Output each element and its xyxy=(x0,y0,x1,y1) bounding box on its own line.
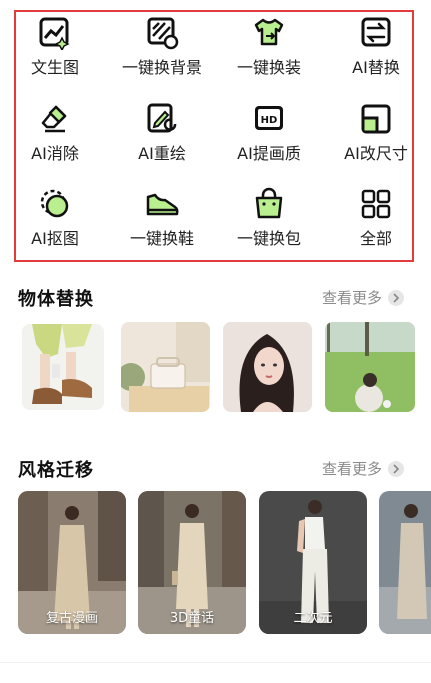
object-thumbnail-portrait[interactable] xyxy=(223,322,312,412)
resize-icon xyxy=(361,104,391,134)
redraw-icon xyxy=(147,103,177,133)
tool-grid: 文生图 一键换背景 一键换装 AI替换 AI消除 AI重绘 HD AI提画质 A… xyxy=(14,10,414,262)
tool-ai-enhance[interactable]: HD AI提画质 xyxy=(214,98,324,168)
tool-text-to-image[interactable]: 文生图 xyxy=(0,12,110,82)
bag-icon xyxy=(255,187,283,219)
divider xyxy=(0,662,431,663)
tool-label: 一键换包 xyxy=(236,229,301,248)
tool-ai-erase[interactable]: AI消除 xyxy=(0,98,110,168)
style-card-anime[interactable]: 二次元 xyxy=(259,491,367,634)
street-fashion-image xyxy=(379,491,431,634)
tool-ai-cutout[interactable]: AI抠图 xyxy=(0,183,110,253)
tool-label: AI改尺寸 xyxy=(344,144,408,163)
tool-swap-outfit[interactable]: 一键换装 xyxy=(214,12,324,82)
tool-swap-bag[interactable]: 一键换包 xyxy=(214,183,324,253)
tool-swap-shoes[interactable]: 一键换鞋 xyxy=(107,183,217,253)
section-title-style-transfer: 风格迁移 xyxy=(18,460,94,481)
tool-label: AI消除 xyxy=(31,144,79,163)
tool-label: AI替换 xyxy=(352,58,400,77)
style-card-3d-fairytale[interactable]: 3D童话 xyxy=(138,491,246,634)
tool-label: AI抠图 xyxy=(31,229,79,248)
tool-label: 一键换装 xyxy=(236,58,301,77)
chevron-right-icon xyxy=(388,460,405,477)
object-thumbnail-shoes[interactable] xyxy=(22,324,104,410)
see-more-object-replace[interactable]: 查看更多 xyxy=(322,287,405,308)
tool-ai-redraw[interactable]: AI重绘 xyxy=(107,98,217,168)
section-title-object-replace: 物体替换 xyxy=(18,289,94,310)
chevron-right-icon xyxy=(388,289,405,306)
style-caption: 3D童话 xyxy=(169,611,215,626)
style-caption: 二次元 xyxy=(293,611,333,626)
meadow-image xyxy=(325,322,415,412)
see-more-style-transfer[interactable]: 查看更多 xyxy=(322,458,405,479)
see-more-label: 查看更多 xyxy=(322,289,383,307)
tool-swap-background[interactable]: 一键换背景 xyxy=(107,12,217,82)
shoes-image xyxy=(22,324,104,410)
tool-label: 文生图 xyxy=(30,58,79,77)
cutout-icon xyxy=(40,189,69,218)
hd-icon: HD xyxy=(255,106,283,130)
tool-label: 全部 xyxy=(359,229,392,248)
swap-outfit-icon xyxy=(254,18,284,46)
tool-all[interactable]: 全部 xyxy=(321,183,431,253)
tool-label: AI重绘 xyxy=(138,144,186,163)
shoe-icon xyxy=(146,193,179,216)
ai-replace-icon xyxy=(361,17,391,47)
style-card-retro-comic[interactable]: 复古漫画 xyxy=(18,491,126,634)
see-more-label: 查看更多 xyxy=(322,460,383,478)
tool-label: 一键换鞋 xyxy=(129,229,194,248)
bag-image xyxy=(121,322,210,412)
portrait-image xyxy=(223,322,312,412)
swap-background-icon xyxy=(147,17,179,50)
tool-label: 一键换背景 xyxy=(121,58,202,77)
style-caption: 复古漫画 xyxy=(45,611,98,626)
text-to-image-icon xyxy=(39,17,70,50)
grid-icon xyxy=(361,189,391,219)
tool-ai-resize[interactable]: AI改尺寸 xyxy=(321,98,431,168)
tool-ai-replace[interactable]: AI替换 xyxy=(321,12,431,82)
svg-text:HD: HD xyxy=(261,115,278,126)
eraser-icon xyxy=(41,105,67,133)
style-card-partial[interactable] xyxy=(379,491,431,634)
object-thumbnail-meadow[interactable] xyxy=(325,322,415,412)
tool-label: AI提画质 xyxy=(237,144,301,163)
object-thumbnail-bag[interactable] xyxy=(121,322,210,412)
